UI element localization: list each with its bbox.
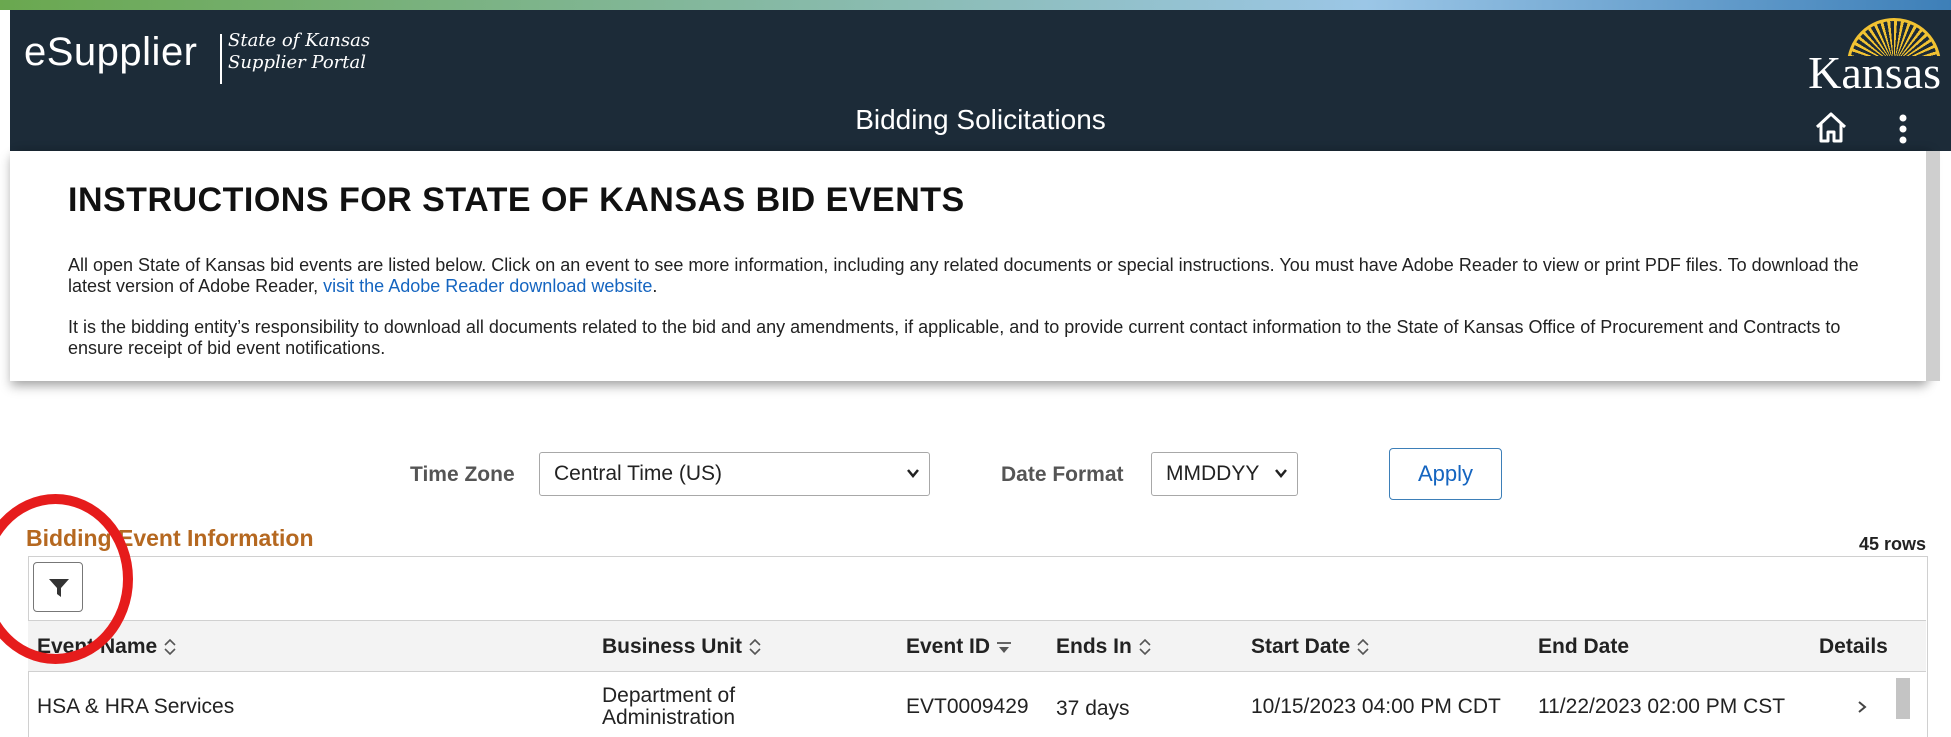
apply-button[interactable]: Apply: [1389, 448, 1502, 500]
cell-start-date: 10/15/2023 04:00 PM CDT: [1251, 695, 1501, 718]
adobe-reader-link[interactable]: visit the Adobe Reader download website: [323, 276, 652, 296]
grid-scrollbar[interactable]: [1896, 678, 1910, 719]
cell-event-id: EVT0009429: [906, 695, 1029, 718]
chevron-down-icon: [1275, 469, 1287, 478]
cell-business-unit-line2: Administration: [602, 706, 736, 729]
instructions-paragraph-2: It is the bidding entity’s responsibilit…: [68, 317, 1841, 358]
time-zone-value: Central Time (US): [554, 462, 723, 485]
brand-subtitle: State of Kansas Supplier Portal: [228, 30, 370, 74]
chevron-down-icon: [907, 469, 919, 478]
kansas-state-logo: Kansas: [1808, 47, 1941, 98]
time-zone-select[interactable]: Central Time (US): [539, 452, 930, 496]
column-label: Ends In: [1056, 635, 1132, 658]
sort-both-icon: [749, 639, 761, 656]
page-title: Bidding Solicitations: [855, 104, 1106, 135]
brand-separator: [220, 34, 222, 84]
brand-subtitle-line1: State of Kansas: [228, 30, 371, 51]
instructions-title: INSTRUCTIONS FOR STATE OF KANSAS BID EVE…: [68, 181, 965, 219]
date-format-label: Date Format: [1001, 463, 1124, 486]
row-count: 45 rows: [1858, 534, 1926, 554]
sort-descending-icon: [997, 642, 1012, 654]
sort-both-icon: [164, 639, 176, 656]
cell-end-date: 11/22/2023 02:00 PM CST: [1538, 695, 1786, 718]
chevron-right-icon[interactable]: [1855, 700, 1869, 714]
column-label: Start Date: [1251, 635, 1351, 658]
cell-event-name[interactable]: HSA & HRA Services: [37, 695, 234, 719]
cell-ends-in: 37 days: [1056, 697, 1130, 720]
brand-logo[interactable]: eSupplier: [24, 30, 198, 75]
date-format-value: MMDDYY: [1166, 462, 1260, 485]
home-icon[interactable]: [1811, 108, 1851, 148]
instructions-panel: INSTRUCTIONS FOR STATE OF KANSAS BID EVE…: [10, 151, 1926, 381]
column-header-business-unit[interactable]: Business Unit: [602, 635, 762, 659]
header-banner: eSupplier State of Kansas Supplier Porta…: [10, 10, 1951, 151]
brand-subtitle-line2: Supplier Portal: [228, 52, 367, 73]
time-zone-label: Time Zone: [410, 463, 515, 486]
column-header-end-date: End Date: [1538, 635, 1630, 658]
sort-both-icon: [1139, 639, 1151, 656]
column-header-event-id[interactable]: Event ID: [906, 635, 1012, 659]
sort-both-icon: [1357, 639, 1369, 656]
top-accent-stripe: [0, 0, 1951, 10]
instructions-scrollbar[interactable]: [1926, 151, 1940, 381]
kebab-menu-icon[interactable]: [1895, 110, 1911, 150]
column-header-ends-in[interactable]: Ends In: [1056, 635, 1152, 659]
instructions-paragraph-1-end: .: [652, 276, 658, 296]
cell-business-unit: Department of Administration: [602, 685, 735, 729]
date-format-select[interactable]: MMDDYY: [1151, 452, 1298, 496]
column-header-start-date[interactable]: Start Date: [1251, 635, 1370, 659]
cell-business-unit-line1: Department of: [602, 684, 736, 707]
column-header-details: Details: [1819, 635, 1888, 658]
column-label: Business Unit: [602, 635, 743, 658]
column-label: Event ID: [906, 635, 991, 658]
instructions-paragraph-1: All open State of Kansas bid events are …: [68, 255, 1888, 297]
